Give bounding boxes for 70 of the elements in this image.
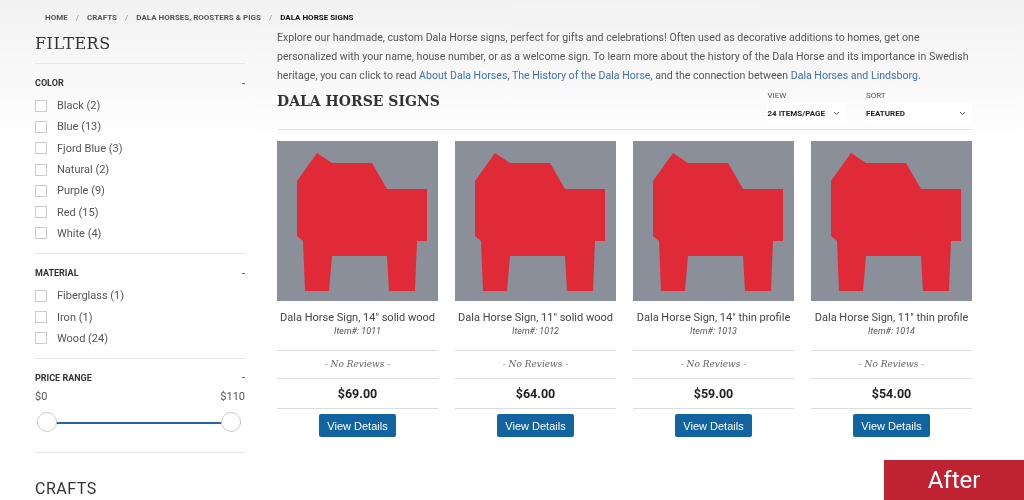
product-price: $59.00 (633, 379, 794, 409)
page-heading: DALA HORSE SIGNS (277, 93, 441, 109)
checkbox[interactable] (35, 142, 47, 155)
breadcrumb-link[interactable]: DALA HORSES, ROOSTERS & PIGS (136, 12, 261, 22)
photo-placeholder[interactable] (633, 141, 794, 301)
item-number: Item#: 1013 (689, 326, 738, 338)
filter-option-label[interactable]: Fiberglass (1) (57, 289, 125, 303)
item-number: Item#: 1012 (511, 326, 560, 338)
breadcrumb-link[interactable]: HOME (45, 12, 68, 22)
product-price: $64.00 (455, 379, 616, 409)
view-details-button[interactable]: View Details (319, 414, 396, 437)
checkbox[interactable] (35, 184, 47, 197)
filter-option-label[interactable]: Red (15) (57, 205, 99, 219)
photo-placeholder[interactable] (811, 141, 972, 301)
product-price: $69.00 (277, 379, 438, 409)
product-name[interactable]: Dala Horse Sign, 14" solid wood (277, 311, 438, 324)
breadcrumb-separator: / (125, 12, 129, 22)
breadcrumb-link[interactable]: CRAFTS (87, 12, 117, 22)
collapse-toggle[interactable]: - (241, 266, 245, 280)
filter-group-title: COLOR (35, 78, 64, 88)
photo-placeholder[interactable] (455, 141, 616, 301)
filter-option-label[interactable]: Fjord Blue (3) (57, 141, 123, 155)
intro-paragraph: Explore our handmade, custom Dala Horse signs, perfect for gifts and celebrations! Often used as decorative additions to homes, get one personalized with your name, house number, or as a welcome sign. To learn more about the history of the Dala Horse and its importance in Swedish heritage, you can click to read About Dala Horses, The History of the Dala Horse, and the connection between Dala Horses and Lindsborg. (277, 30, 970, 84)
product-name[interactable]: Dala Horse Sign, 14" thin profile (633, 311, 794, 324)
reviews-text: - No Reviews - (455, 350, 616, 379)
product-name[interactable]: Dala Horse Sign, 11" thin profile (811, 311, 972, 324)
filter-option-label[interactable]: Iron (1) (57, 310, 93, 324)
sort-label: SORT (866, 91, 887, 100)
slider-handle[interactable] (221, 411, 241, 432)
checkbox[interactable] (35, 99, 47, 112)
filter-option-label[interactable]: Blue (13) (57, 120, 102, 134)
photo-placeholder[interactable] (277, 141, 438, 301)
reviews-text: - No Reviews - (811, 350, 972, 379)
chevron-down-icon (833, 110, 840, 116)
collapse-toggle[interactable]: - (241, 371, 245, 385)
filter-option-label[interactable]: Purple (9) (57, 184, 105, 198)
checkbox[interactable] (35, 332, 47, 345)
filters-heading: FILTERS (35, 34, 245, 64)
corner-label: After (884, 460, 1024, 500)
breadcrumb-separator: / (75, 12, 79, 22)
reviews-text: - No Reviews - (277, 350, 438, 379)
price-max-label: $110 (220, 389, 245, 403)
breadcrumb-separator: / (268, 12, 273, 22)
filter-option-label[interactable]: White (4) (57, 226, 102, 240)
checkbox[interactable] (35, 120, 47, 133)
product-name[interactable]: Dala Horse Sign, 11" solid wood (455, 311, 616, 324)
view-details-button[interactable]: View Details (675, 414, 752, 437)
filter-group-title: MATERIAL (35, 268, 79, 279)
item-number: Item#: 1011 (333, 326, 382, 338)
slider-handle[interactable] (37, 411, 57, 432)
checkbox[interactable] (35, 311, 47, 323)
view-details-button[interactable]: View Details (853, 414, 930, 437)
section-heading: CRAFTS (35, 478, 98, 498)
checkbox[interactable] (35, 227, 47, 240)
filter-group-title: PRICE RANGE (35, 372, 92, 383)
filter-option-label[interactable]: Natural (2) (57, 163, 110, 177)
price-min-label: $0 (35, 389, 48, 403)
checkbox[interactable] (35, 206, 47, 219)
filter-option-label[interactable]: Wood (24) (57, 331, 109, 345)
collapse-toggle[interactable]: - (241, 76, 245, 90)
view-details-button[interactable]: View Details (497, 414, 574, 437)
text-link[interactable]: Dala Horses and Lindsborg (790, 69, 918, 82)
filter-option-label[interactable]: Black (2) (57, 99, 101, 113)
checkbox[interactable] (35, 289, 47, 302)
product-price: $54.00 (811, 379, 972, 409)
reviews-text: - No Reviews - (633, 350, 794, 379)
checkbox[interactable] (35, 163, 47, 176)
view-label: VIEW (767, 91, 788, 100)
chevron-down-icon (959, 110, 966, 116)
item-number: Item#: 1014 (867, 326, 916, 338)
